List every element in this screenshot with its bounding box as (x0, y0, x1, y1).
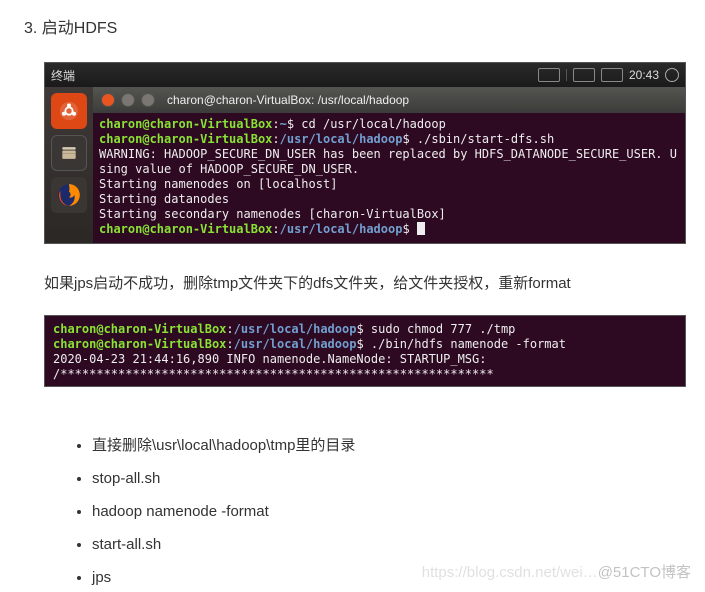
terminal-text: $ sudo chmod 777 ./tmp (356, 322, 515, 336)
list-item: hadoop namenode -format (92, 501, 681, 522)
terminal-text: $ (402, 222, 416, 236)
screenshot-2: charon@charon-VirtualBox:/usr/local/hado… (44, 315, 686, 387)
firefox-icon (51, 177, 87, 213)
terminal-title: charon@charon-VirtualBox: /usr/local/had… (167, 93, 409, 107)
maximize-icon (141, 93, 155, 107)
terminal-text: : (272, 222, 279, 236)
terminal-text: : (272, 117, 279, 131)
terminal-text: charon@charon-VirtualBox (99, 132, 272, 146)
screenshot-1: 终端 20:43 charon@charon-VirtualBox: (44, 62, 686, 244)
terminal-text: Starting secondary namenodes [charon-Vir… (99, 207, 446, 221)
minimize-icon (121, 93, 135, 107)
bullet-list: 直接删除\usr\local\hadoop\tmp里的目录 stop-all.sh… (92, 435, 681, 588)
files-icon (51, 135, 87, 171)
keyboard-indicator-icon (538, 68, 560, 82)
terminal-text: $ cd /usr/local/hadoop (287, 117, 446, 131)
terminal-output-2: charon@charon-VirtualBox:/usr/local/hado… (45, 316, 685, 386)
clock: 20:43 (629, 68, 659, 82)
terminal-text: /usr/local/hadoop (280, 222, 403, 236)
terminal-text: WARNING: HADOOP_SECURE_DN_USER has been … (99, 147, 677, 161)
terminal-text: 2020-04-23 21:44:16,890 INFO namenode.Na… (53, 352, 486, 366)
terminal-text: charon@charon-VirtualBox (99, 117, 272, 131)
terminal-text: $ ./sbin/start-dfs.sh (402, 132, 554, 146)
terminal-text: ~ (280, 117, 287, 131)
terminal-text: : (226, 337, 233, 351)
ubuntu-top-bar: 终端 20:43 (45, 63, 685, 87)
ubuntu-dash-icon (51, 93, 87, 129)
terminal-text: $ ./bin/hdfs namenode -format (356, 337, 566, 351)
terminal-titlebar: charon@charon-VirtualBox: /usr/local/had… (93, 87, 685, 113)
terminal-text: Starting namenodes on [localhost] (99, 177, 337, 191)
list-item: jps (92, 567, 681, 588)
terminal-text: Starting datanodes (99, 192, 229, 206)
terminal-text: sing value of HADOOP_SECURE_DN_USER. (99, 162, 359, 176)
terminal-text: : (272, 132, 279, 146)
network-indicator-icon (573, 68, 595, 82)
list-item: stop-all.sh (92, 468, 681, 489)
terminal-text: /usr/local/hadoop (234, 322, 357, 336)
terminal-text: /usr/local/hadoop (280, 132, 403, 146)
close-icon (101, 93, 115, 107)
ubuntu-dock (45, 87, 93, 243)
list-item: 直接删除\usr\local\hadoop\tmp里的目录 (92, 435, 681, 456)
terminal-text: /usr/local/hadoop (234, 337, 357, 351)
section-heading: 3. 启动HDFS (24, 14, 681, 38)
terminal-text: charon@charon-VirtualBox (53, 337, 226, 351)
list-item: start-all.sh (92, 534, 681, 555)
terminal-text: /***************************************… (53, 367, 494, 381)
terminal-output: charon@charon-VirtualBox:~$ cd /usr/loca… (93, 113, 685, 243)
topbar-app-label: 终端 (51, 67, 75, 84)
sound-indicator-icon (601, 68, 623, 82)
terminal-text: charon@charon-VirtualBox (53, 322, 226, 336)
gear-icon (665, 68, 679, 82)
terminal-text: charon@charon-VirtualBox (99, 222, 272, 236)
cursor (417, 222, 425, 235)
terminal-text: : (226, 322, 233, 336)
paragraph: 如果jps启动不成功，删除tmp文件夹下的dfs文件夹，给文件夹授权，重新for… (44, 272, 681, 293)
